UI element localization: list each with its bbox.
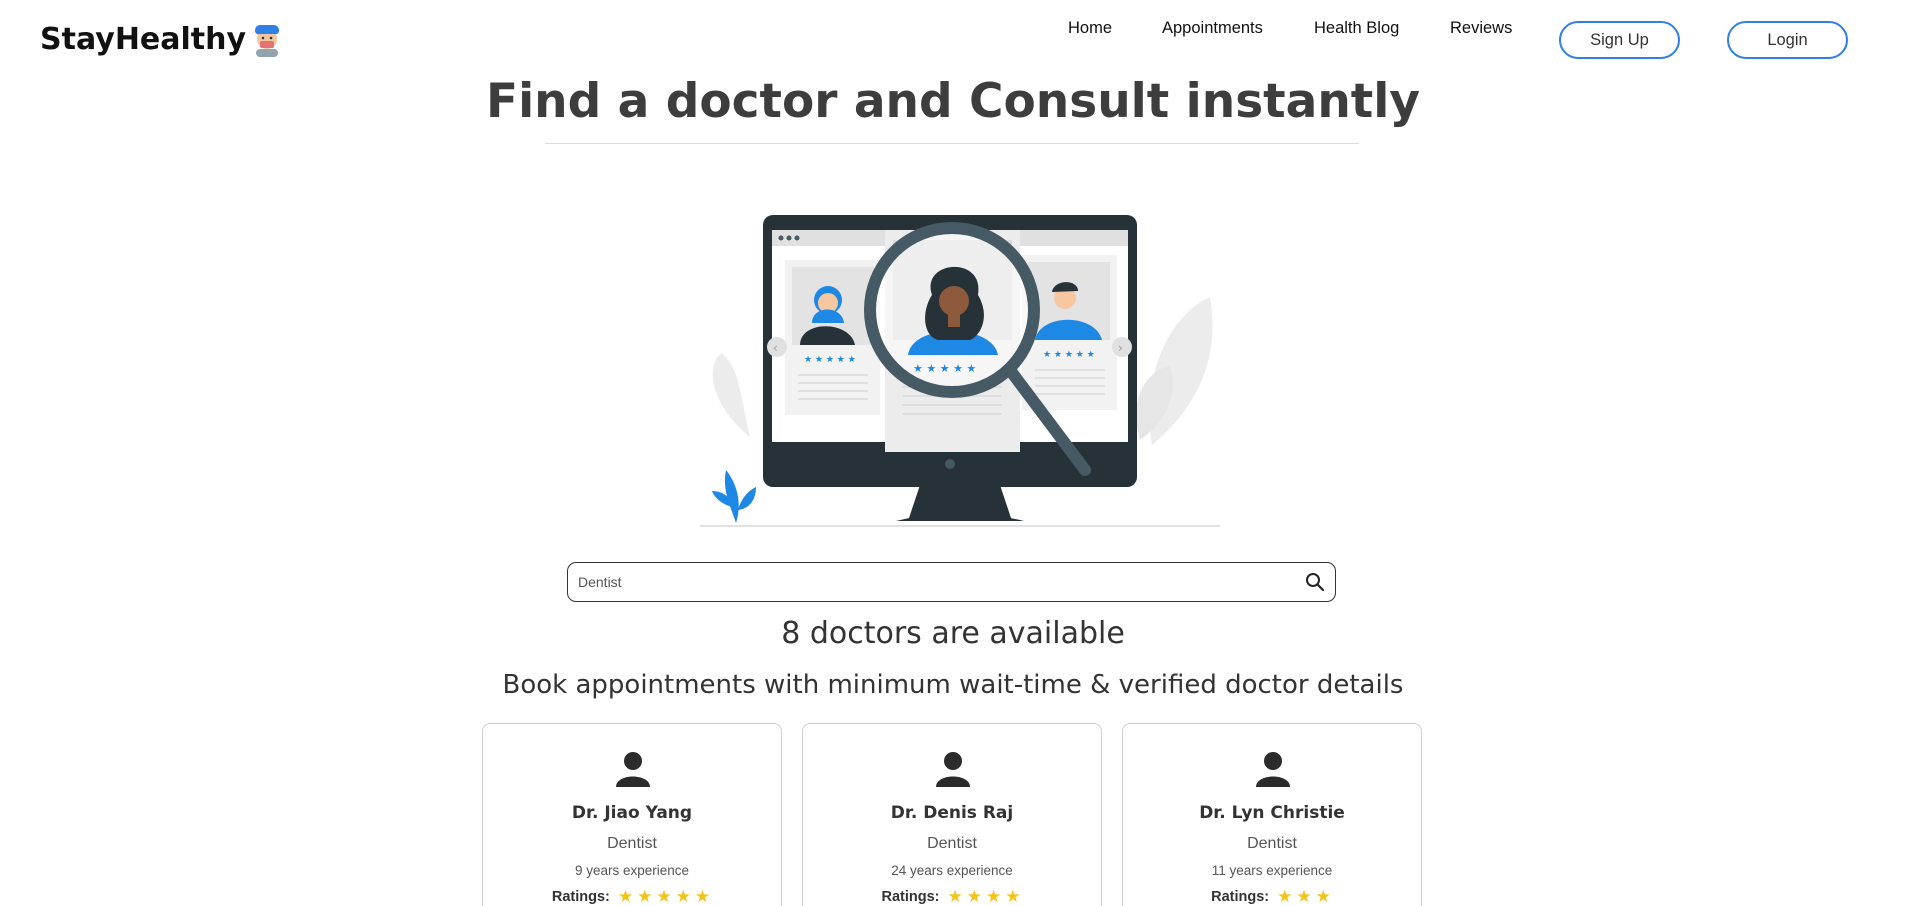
doctor-face-icon bbox=[255, 24, 280, 57]
doctor-count: 8 doctors are available bbox=[781, 616, 1125, 651]
page-title: Find a doctor and Consult instantly bbox=[485, 74, 1421, 129]
svg-text:★ ★ ★ ★ ★: ★ ★ ★ ★ ★ bbox=[804, 355, 856, 365]
title-divider bbox=[545, 143, 1359, 144]
star-icon: ★ bbox=[656, 887, 672, 906]
doctor-specialty: Dentist bbox=[1247, 835, 1297, 852]
star-icon: ★ bbox=[637, 887, 653, 906]
doctor-rating: Ratings: ★ ★ ★ ★ ★ bbox=[483, 887, 781, 906]
star-icon: ★ bbox=[966, 887, 982, 906]
person-icon bbox=[936, 752, 970, 787]
doctor-rating: Ratings: ★ ★ ★ bbox=[1123, 887, 1421, 906]
search-icon[interactable] bbox=[1305, 572, 1325, 592]
ratings-label: Ratings: bbox=[551, 889, 610, 905]
login-button[interactable]: Login bbox=[1727, 21, 1848, 59]
svg-text:★ ★ ★ ★ ★: ★ ★ ★ ★ ★ bbox=[1043, 350, 1095, 360]
svg-text:›: › bbox=[1118, 341, 1123, 355]
doctor-card[interactable]: Dr. Lyn Christie Dentist 11 years experi… bbox=[1122, 723, 1422, 906]
star-icon: ★ bbox=[1315, 887, 1331, 906]
doctor-name: Dr. Lyn Christie bbox=[1199, 803, 1345, 823]
star-icon: ★ bbox=[675, 887, 691, 906]
ratings-label: Ratings: bbox=[881, 889, 940, 905]
brand-logo[interactable]: StayHealthy bbox=[40, 22, 282, 57]
doctor-name: Dr. Denis Raj bbox=[890, 803, 1014, 823]
doctor-search-bar[interactable] bbox=[567, 562, 1336, 602]
star-icon: ★ bbox=[694, 887, 711, 906]
star-icon: ★ bbox=[986, 887, 1002, 906]
star-icon: ★ bbox=[947, 887, 963, 906]
nav-appointments[interactable]: Appointments bbox=[1162, 19, 1263, 38]
doctor-card[interactable]: Dr. Denis Raj Dentist 24 years experienc… bbox=[802, 723, 1102, 906]
star-icon: ★ bbox=[1277, 887, 1293, 906]
nav-home[interactable]: Home bbox=[1068, 19, 1112, 38]
doctor-specialty: Dentist bbox=[607, 835, 657, 852]
doctor-specialty: Dentist bbox=[927, 835, 977, 852]
booking-subtitle: Book appointments with minimum wait-time… bbox=[502, 670, 1404, 700]
star-icon: ★ bbox=[1005, 887, 1021, 906]
star-icon: ★ bbox=[1296, 887, 1312, 906]
star-rating: ★ ★ ★ ★ ★ bbox=[616, 887, 712, 906]
star-icon: ★ bbox=[617, 887, 634, 906]
nav-health-blog[interactable]: Health Blog bbox=[1314, 19, 1399, 38]
doctor-name: Dr. Jiao Yang bbox=[571, 803, 693, 823]
svg-text:★ ★ ★ ★ ★: ★ ★ ★ ★ ★ bbox=[913, 362, 976, 375]
person-icon bbox=[616, 752, 650, 787]
star-rating: ★ ★ ★ ★ bbox=[946, 887, 1023, 906]
doctor-experience: 11 years experience bbox=[1211, 863, 1333, 878]
signup-button[interactable]: Sign Up bbox=[1559, 21, 1680, 59]
svg-text:‹: ‹ bbox=[773, 341, 778, 355]
star-rating: ★ ★ ★ bbox=[1275, 887, 1333, 906]
navbar: StayHealthy Home Appointments Health Blo… bbox=[0, 0, 1906, 82]
person-icon bbox=[1256, 752, 1290, 787]
doctor-card[interactable]: Dr. Jiao Yang Dentist 9 years experience… bbox=[482, 723, 782, 906]
doctor-experience: 24 years experience bbox=[891, 863, 1013, 878]
doctor-search-illustration: ★ ★ ★ ★ ★ ★ ★ ★ ★ ★ ‹ › ★ ★ ★ ★ ★ bbox=[700, 215, 1220, 527]
doctor-rating: Ratings: ★ ★ ★ ★ bbox=[803, 887, 1101, 906]
brand-name: StayHealthy bbox=[40, 22, 247, 57]
ratings-label: Ratings: bbox=[1211, 889, 1270, 905]
doctor-experience: 9 years experience bbox=[574, 863, 690, 878]
search-input[interactable] bbox=[578, 569, 1278, 595]
nav-reviews[interactable]: Reviews bbox=[1450, 19, 1512, 38]
